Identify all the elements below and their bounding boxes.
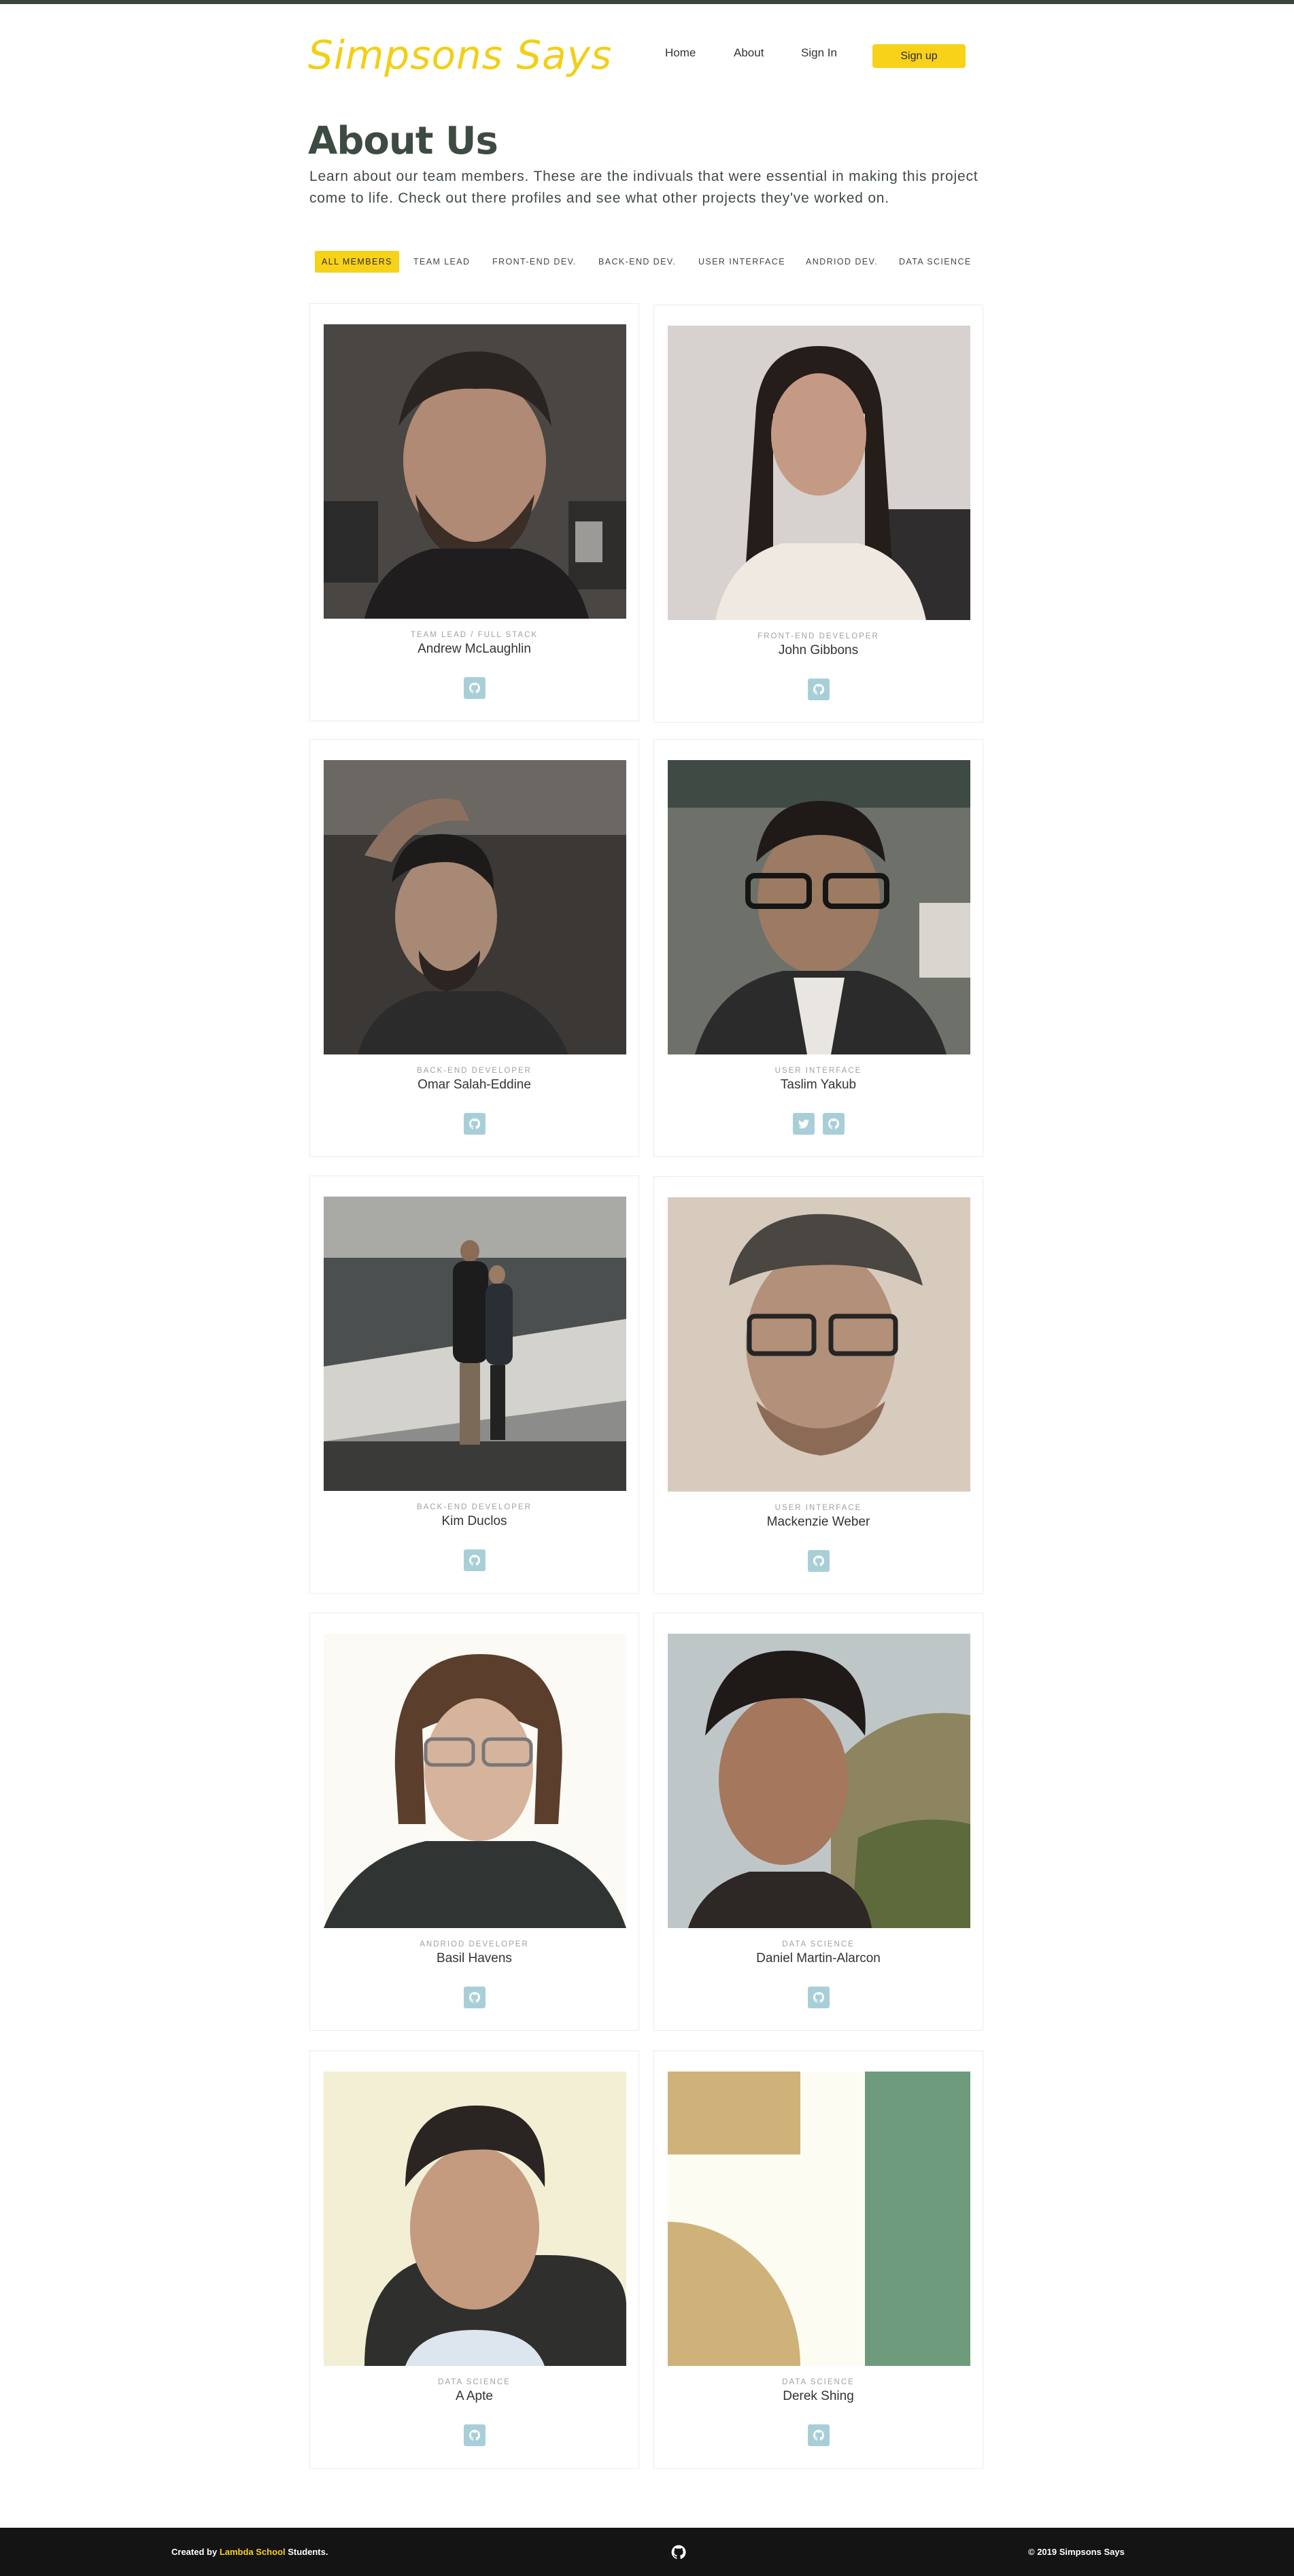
member-name: Taslim Yakub: [780, 1078, 857, 1092]
member-name: Omar Salah-Eddine: [418, 1078, 531, 1092]
github-icon[interactable]: [807, 2424, 830, 2446]
page-intro: Learn about our team members. These are …: [309, 169, 978, 206]
member-card: User Interface Taslim Yakub: [653, 739, 983, 1157]
member-role: User Interface: [774, 1504, 862, 1512]
site-logo[interactable]: Simpsons Says: [308, 31, 611, 79]
github-icon[interactable]: [463, 1549, 486, 1571]
member-photo: [668, 760, 970, 1054]
member-name: Basil Havens: [437, 1951, 512, 1965]
member-card: User Interface Mackenzie Weber: [653, 1176, 983, 1594]
nav-sign-in-link[interactable]: Sign In: [801, 46, 837, 60]
filter-user-interface[interactable]: USER INTERFACE: [698, 251, 785, 273]
nav-home-link[interactable]: Home: [665, 46, 696, 60]
sign-up-button[interactable]: Sign up: [872, 44, 966, 68]
footer-credits: Created by Lambda School Students.: [171, 2547, 328, 2557]
member-role: Front-End Developer: [757, 632, 879, 640]
member-card: Andriod Developer Basil Havens: [309, 1613, 639, 2031]
footer-copyright: © 2019 Simpsons Says: [1028, 2547, 1125, 2557]
member-role: Data Science: [782, 1940, 855, 1948]
site-footer: Created by Lambda School Students. © 201…: [0, 2528, 1294, 2576]
filter-team-lead[interactable]: TEAM LEAD: [413, 251, 470, 273]
member-card: Back-End Developer Omar Salah-Eddine: [309, 739, 639, 1157]
member-name: Mackenzie Weber: [766, 1515, 870, 1529]
github-icon[interactable]: [463, 2424, 486, 2446]
github-icon[interactable]: [463, 677, 486, 699]
member-photo: [324, 1634, 626, 1928]
twitter-icon[interactable]: [792, 1113, 815, 1135]
member-name: John Gibbons: [778, 643, 859, 657]
page-title: About Us: [308, 119, 498, 163]
member-photo: [324, 324, 626, 619]
member-name: Derek Shing: [783, 2389, 854, 2403]
filter-andriod-dev[interactable]: ANDRIOD DEV.: [806, 251, 878, 273]
footer-created-prefix: Created by: [171, 2547, 218, 2557]
member-role: Back-End Developer: [417, 1503, 532, 1511]
member-card: Data Science Daniel Martin-Alarcon: [653, 1613, 983, 2031]
member-name: Daniel Martin-Alarcon: [756, 1951, 881, 1965]
nav-about-link[interactable]: About: [734, 46, 764, 60]
member-card: Data Science Derek Shing: [653, 2050, 983, 2469]
member-photo: [324, 760, 626, 1054]
github-icon[interactable]: [807, 679, 830, 700]
member-name: Andrew McLaughlin: [418, 642, 531, 656]
member-card: Front-End Developer John Gibbons: [653, 305, 983, 723]
member-photo: [324, 1197, 626, 1491]
footer-created-suffix: Students.: [288, 2547, 328, 2557]
member-card: Data Science A Apte: [309, 2050, 639, 2469]
github-icon[interactable]: [463, 1113, 486, 1135]
github-icon[interactable]: [822, 1113, 845, 1135]
filter-data-science[interactable]: DATA SCIENCE: [899, 251, 972, 273]
github-icon[interactable]: [670, 2543, 687, 2561]
member-photo: [668, 1634, 970, 1928]
member-role: Data Science: [438, 2378, 511, 2386]
member-photo: [324, 2072, 626, 2366]
member-role: Andriod Developer: [420, 1940, 529, 1948]
filter-all-members[interactable]: ALL MEMBERS: [315, 251, 399, 273]
member-photo: [668, 326, 970, 620]
member-card: Back-End Developer Kim Duclos: [309, 1175, 639, 1594]
filter-front-end[interactable]: FRONT-END DEV.: [492, 251, 577, 273]
member-photo: [668, 2072, 970, 2366]
github-icon[interactable]: [807, 1987, 830, 2008]
member-role: User Interface: [774, 1067, 862, 1075]
top-accent-bar: [0, 0, 1294, 4]
member-photo: [668, 1197, 970, 1492]
filter-back-end[interactable]: BACK-END DEV.: [598, 251, 676, 273]
member-role: Back-End Developer: [417, 1067, 532, 1075]
github-icon[interactable]: [463, 1987, 486, 2008]
member-name: A Apte: [456, 2389, 493, 2403]
member-card: Team Lead / Full Stack Andrew McLaughlin: [309, 303, 639, 721]
footer-lambda-link[interactable]: Lambda School: [220, 2547, 286, 2557]
member-name: Kim Duclos: [441, 1514, 507, 1528]
github-icon[interactable]: [807, 1550, 830, 1572]
member-role: Data Science: [782, 2378, 855, 2386]
member-role: Team Lead / Full Stack: [410, 631, 539, 639]
